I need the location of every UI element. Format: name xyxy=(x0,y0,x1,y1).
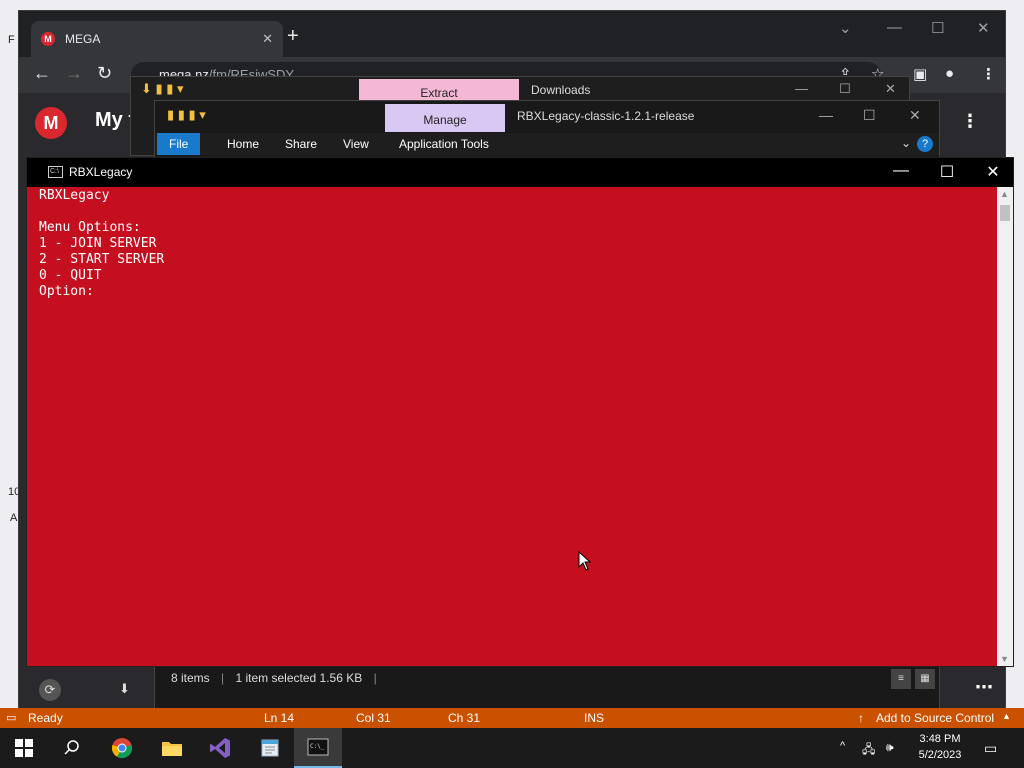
scroll-down-icon[interactable]: ▼ xyxy=(1000,654,1009,664)
taskbar-visual-studio[interactable] xyxy=(196,728,244,768)
maximize-button[interactable]: ☐ xyxy=(863,107,876,124)
minimize-button[interactable]: — xyxy=(887,19,902,36)
explorer-status-bar: 8 items | 1 item selected 1.56 KB | xyxy=(155,667,939,691)
clock[interactable]: 3:48 PM 5/2/2023 xyxy=(904,731,976,763)
mega-menu-icon[interactable]: ⋮ xyxy=(961,111,979,132)
close-tab-icon[interactable]: ✕ xyxy=(262,31,273,47)
svg-text:C:\_: C:\_ xyxy=(310,743,325,750)
search-button[interactable] xyxy=(48,728,96,768)
close-button[interactable]: ✕ xyxy=(885,81,896,97)
windows-taskbar: C:\_ ^ 🖧 🕪 3:48 PM 5/2/2023 ▭ xyxy=(0,728,1024,768)
tab-home[interactable]: Home xyxy=(215,133,271,155)
console-icon: C:\_ xyxy=(307,738,329,756)
maximize-button[interactable]: ☐ xyxy=(931,19,944,37)
status-ch: Ch 31 xyxy=(448,711,481,725)
back-icon[interactable]: ← xyxy=(33,63,51,84)
clock-time: 3:48 PM xyxy=(919,733,961,745)
taskbar-chrome[interactable] xyxy=(98,728,146,768)
close-button[interactable]: ✕ xyxy=(909,107,921,124)
source-control-icon: ▭ xyxy=(6,712,17,724)
reload-icon[interactable]: ↻ xyxy=(97,63,112,84)
minimize-button[interactable]: — xyxy=(879,162,923,184)
browser-tab-mega[interactable]: M MEGA ✕ xyxy=(31,21,283,57)
windows-logo-icon xyxy=(15,739,33,757)
tab-application-tools[interactable]: Application Tools xyxy=(387,133,501,155)
tab-strip: M MEGA ✕ + ⌄ — ☐ ✕ xyxy=(19,11,1005,57)
mouse-pointer-icon xyxy=(578,551,592,571)
network-icon[interactable]: 🖧 xyxy=(862,740,875,761)
quick-access-toolbar-icon[interactable]: ▮ ▮ ▮ ▾ xyxy=(167,107,206,123)
tab-file[interactable]: File xyxy=(157,133,201,155)
details-view-icon[interactable]: ≡ xyxy=(891,669,911,689)
vs-status-bar: ▭ Ready Ln 14 Col 31 Ch 31 INS ↑ Add to … xyxy=(0,708,1024,728)
chrome-icon xyxy=(111,738,133,759)
more-options-icon[interactable]: ⋯ xyxy=(975,677,993,698)
chevron-down-icon[interactable]: ⌄ xyxy=(839,19,852,37)
search-icon xyxy=(64,740,79,755)
mega-favicon-icon: M xyxy=(41,32,55,46)
browser-menu-icon[interactable]: ⋮ xyxy=(981,65,996,83)
download-arrow-icon[interactable]: ⬇ xyxy=(119,681,130,697)
status-mode: INS xyxy=(584,711,605,725)
notifications-icon[interactable]: ▭ xyxy=(984,740,997,757)
console-output[interactable]: RBXLegacy Menu Options: 1 - JOIN SERVER … xyxy=(39,188,997,666)
tab-share[interactable]: Share xyxy=(273,133,329,155)
manage-context-tab[interactable]: Manage xyxy=(385,104,505,132)
visual-studio-icon xyxy=(210,738,230,758)
window-title: Downloads xyxy=(531,83,591,97)
minimize-button[interactable]: — xyxy=(795,81,808,96)
status-ready: Ready xyxy=(28,711,63,725)
items-count: 8 items xyxy=(171,671,210,685)
folder-icon xyxy=(162,742,182,756)
console-scrollbar[interactable]: ▲ ▼ xyxy=(997,187,1013,666)
add-to-source-control[interactable]: Add to Source Control xyxy=(876,711,994,725)
side-panel-icon[interactable]: ▣ xyxy=(913,65,927,83)
vs-edge-text: A xyxy=(10,512,18,524)
caret-up-icon[interactable]: ▲ xyxy=(1002,711,1011,721)
taskbar-notepad[interactable] xyxy=(246,728,294,768)
console-app-icon: C:\ xyxy=(48,166,63,178)
close-button[interactable]: ✕ xyxy=(977,19,990,37)
taskbar-console[interactable]: C:\_ xyxy=(294,728,342,768)
expand-ribbon-icon[interactable]: ⌄ xyxy=(901,136,911,150)
clock-date: 5/2/2023 xyxy=(918,749,962,761)
vs-edge-text: F xyxy=(8,34,15,46)
forward-icon[interactable]: → xyxy=(65,63,83,84)
maximize-button[interactable]: ☐ xyxy=(925,162,969,184)
volume-icon[interactable]: 🕪 xyxy=(886,740,894,755)
ribbon-tabs: File Home Share View Application Tools ⌄… xyxy=(155,133,939,155)
scroll-thumb[interactable] xyxy=(1000,205,1010,221)
start-button[interactable] xyxy=(0,728,48,768)
scroll-up-icon[interactable]: ▲ xyxy=(1000,189,1009,199)
up-arrow-icon: ↑ xyxy=(858,711,864,725)
new-tab-button[interactable]: + xyxy=(287,25,299,48)
notepad-icon xyxy=(261,739,279,757)
help-icon[interactable]: ? xyxy=(917,136,933,152)
close-button[interactable]: ✕ xyxy=(971,162,1015,184)
console-title: RBXLegacy xyxy=(69,165,133,179)
maximize-button[interactable]: ☐ xyxy=(839,81,851,97)
mega-heading: My f xyxy=(95,109,135,131)
mega-logo-icon[interactable]: M xyxy=(35,107,67,139)
status-line: Ln 14 xyxy=(264,711,295,725)
tab-title: MEGA xyxy=(65,32,101,46)
selection-info: 1 item selected 1.56 KB xyxy=(235,671,363,685)
chevron-up-icon[interactable]: ^ xyxy=(840,740,845,752)
quick-access-toolbar-icon[interactable]: ⬇ ▮ ▮ ▾ xyxy=(141,81,184,97)
console-window: C:\ RBXLegacy — ☐ ✕ RBXLegacy Menu Optio… xyxy=(26,157,1014,667)
large-icons-view-icon[interactable]: ▦ xyxy=(915,669,935,689)
tab-view[interactable]: View xyxy=(331,133,381,155)
taskbar-file-explorer[interactable] xyxy=(148,728,196,768)
console-titlebar: C:\ RBXLegacy — ☐ ✕ xyxy=(27,158,1013,187)
profile-icon[interactable]: ● xyxy=(945,65,954,82)
sync-icon[interactable]: ⟳ xyxy=(39,679,61,701)
status-col: Col 31 xyxy=(356,711,391,725)
window-title: RBXLegacy-classic-1.2.1-release xyxy=(517,109,695,123)
minimize-button[interactable]: — xyxy=(819,107,833,123)
